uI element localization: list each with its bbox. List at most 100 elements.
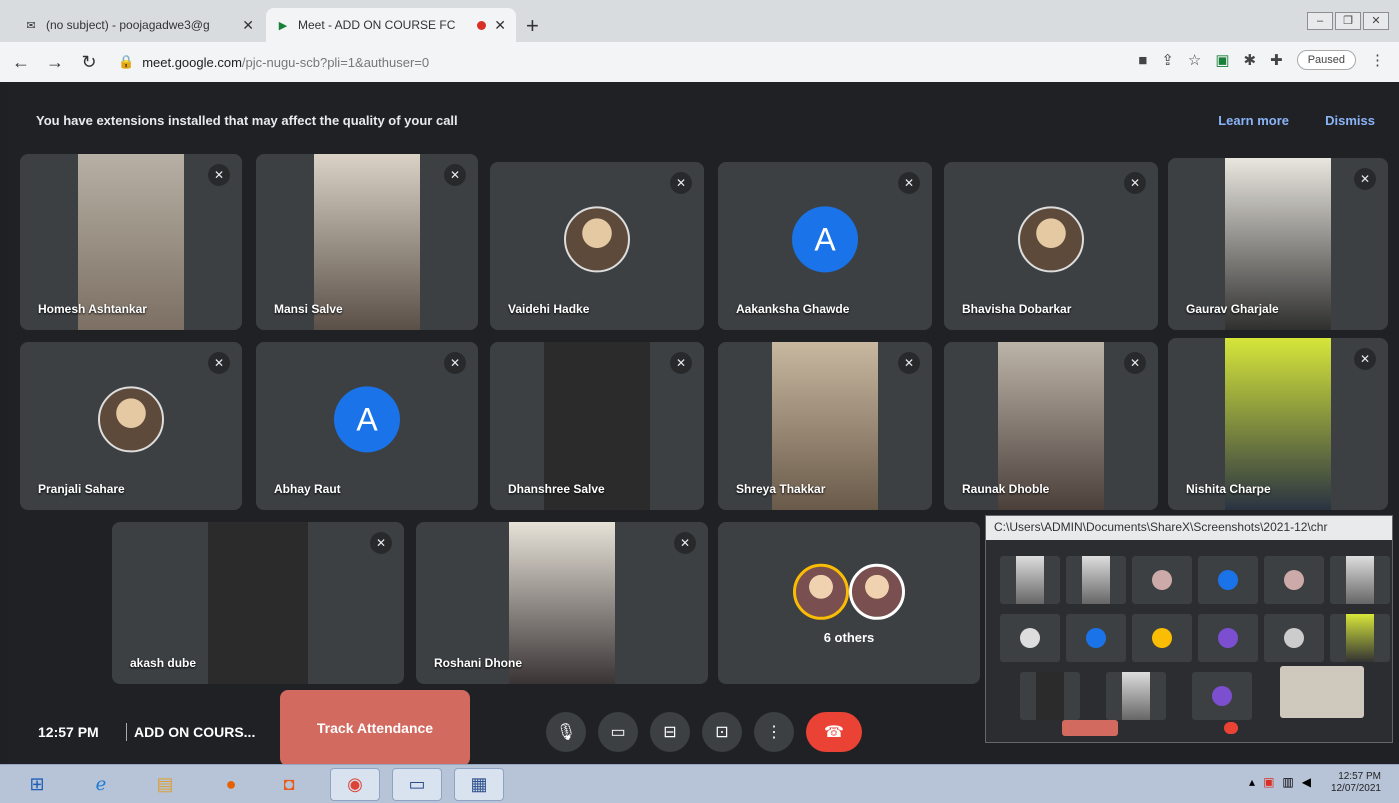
captions-icon: ⊟ [663, 724, 677, 741]
volume-icon[interactable]: ◀ [1302, 775, 1311, 789]
back-button[interactable]: ← [8, 52, 34, 73]
taskbar-app3[interactable]: ▦ [454, 768, 504, 801]
windows-taskbar: ⊞ ℯ ▤ ● ◘ ◉ ▭ ▦ ▴ ▣ ▥ ◀ 12:57 PM 12/07/2… [0, 764, 1399, 803]
participant-name: Mansi Salve [274, 302, 343, 316]
present-button[interactable]: ⊡ [702, 712, 742, 752]
taskbar-chrome[interactable]: ◉ [330, 768, 380, 801]
forward-button[interactable]: → [42, 52, 68, 73]
participant-tile[interactable]: ✕ Dhanshree Salve [490, 342, 704, 510]
participant-name: Homesh Ashtankar [38, 302, 147, 316]
reload-button[interactable]: ↻ [76, 52, 102, 73]
more-options-icon: ⋮ [766, 724, 782, 741]
others-label: 6 others [823, 630, 875, 645]
track-attendance-button[interactable]: Track Attendance [280, 690, 470, 766]
extension-green-icon[interactable]: ▣ [1215, 51, 1229, 69]
tab-meet[interactable]: ▶ Meet - ADD ON COURSE FC ✕ [266, 8, 516, 42]
end-call-button[interactable]: ☎ [806, 712, 862, 752]
tray-app-icon[interactable]: ▣ [1263, 775, 1274, 789]
participant-name: Dhanshree Salve [508, 482, 605, 496]
present-icon: ⊡ [715, 724, 729, 741]
participant-tile[interactable]: A ✕ Aakanksha Ghawde [718, 162, 932, 330]
bookmark-star-icon[interactable]: ☆ [1188, 51, 1201, 69]
participant-video [208, 522, 308, 684]
participant-tile[interactable]: ✕ Bhavisha Dobarkar [944, 162, 1158, 330]
more-options-button[interactable]: ⋮ [754, 712, 794, 752]
participant-tile[interactable]: ✕ Gaurav Gharjale [1168, 158, 1388, 330]
mic-off-icon: ✕ [444, 352, 466, 374]
puzzle-icon[interactable]: ✚ [1270, 51, 1283, 69]
extension-icon[interactable]: ✱ [1244, 51, 1257, 69]
network-icon[interactable]: ▥ [1282, 775, 1293, 789]
extensions-warning-banner: You have extensions installed that may a… [8, 100, 1399, 140]
participant-avatar: A [334, 386, 400, 453]
close-tab-icon[interactable]: ✕ [494, 17, 506, 34]
mic-off-icon: ✕ [674, 532, 696, 554]
participant-tile[interactable]: ✕ Nishita Charpe [1168, 338, 1388, 510]
participant-tile[interactable]: ✕ Homesh Ashtankar [20, 154, 242, 330]
internet-explorer-icon: ℯ [95, 774, 107, 794]
participant-name: akash dube [130, 656, 197, 670]
participant-tile[interactable]: ✕ Roshani Dhone [416, 522, 708, 684]
tab-title: Meet - ADD ON COURSE FC [298, 18, 456, 32]
participant-tile[interactable]: ✕ akash dube [112, 522, 404, 684]
participant-tile[interactable]: ✕ Pranjali Sahare [20, 342, 242, 510]
new-tab-button[interactable]: + [526, 13, 539, 39]
participant-photo [1018, 206, 1084, 273]
mini-tile [1198, 614, 1258, 662]
mini-video [1016, 556, 1044, 604]
browser-tabstrip: ✉ (no subject) - poojagadwe3@g ✕ ▶ Meet … [0, 0, 1399, 42]
taskbar-ie[interactable]: ℯ [76, 768, 126, 801]
participant-tile[interactable]: ✕ Mansi Salve [256, 154, 478, 330]
tab-gmail[interactable]: ✉ (no subject) - poojagadwe3@g ✕ [14, 8, 264, 42]
start-button[interactable]: ⊞ [12, 768, 62, 801]
close-window-button[interactable]: ✕ [1363, 12, 1389, 30]
captions-button[interactable]: ⊟ [650, 712, 690, 752]
meeting-title[interactable]: ADD ON COURS... [134, 724, 255, 740]
participant-tile[interactable]: A ✕ Abhay Raut [256, 342, 478, 510]
participant-name: Nishita Charpe [1186, 482, 1271, 496]
dismiss-button[interactable]: Dismiss [1325, 113, 1375, 128]
mini-video [1346, 556, 1374, 604]
mini-photo [1284, 570, 1304, 590]
taskbar-date: 12/07/2021 [1330, 783, 1381, 794]
taskbar-firefox[interactable]: ● [206, 768, 256, 801]
mic-off-icon: ✕ [444, 164, 466, 186]
camera-icon[interactable]: ■ [1138, 52, 1147, 69]
address-bar[interactable]: 🔒 meet.google.com/pjc-nugu-scb?pli=1&aut… [118, 48, 638, 76]
banner-message: You have extensions installed that may a… [36, 112, 458, 128]
profile-paused-button[interactable]: Paused [1296, 50, 1356, 70]
mini-photo [1152, 570, 1172, 590]
mini-video [1082, 556, 1110, 604]
meet-call-area: You have extensions installed that may a… [8, 82, 1399, 766]
microphone-icon: 🎙 [555, 724, 577, 741]
tray-expand-icon[interactable]: ▴ [1249, 775, 1255, 789]
taskbar-app2[interactable]: ▭ [392, 768, 442, 801]
system-tray-icons: ▴ ▣ ▥ ◀ [1249, 775, 1311, 789]
lock-icon: 🔒 [118, 54, 135, 69]
taskbar-explorer[interactable]: ▤ [140, 768, 190, 801]
close-tab-icon[interactable]: ✕ [242, 17, 254, 34]
mic-off-icon: ✕ [1354, 168, 1376, 190]
menu-kebab-icon[interactable]: ⋮ [1370, 51, 1385, 69]
participant-tile[interactable]: ✕ Vaidehi Hadke [490, 162, 704, 330]
mic-off-icon: ✕ [208, 352, 230, 374]
maximize-button[interactable]: ❐ [1335, 12, 1361, 30]
mini-video [1346, 614, 1374, 662]
mini-avatar [1218, 570, 1238, 590]
others-tile[interactable]: 6 others [718, 522, 980, 684]
taskbar-app[interactable]: ◘ [264, 768, 314, 801]
taskbar-time: 12:57 PM [1338, 771, 1381, 782]
camera-button[interactable]: ▭ [598, 712, 638, 752]
microphone-button[interactable]: 🎙 [546, 712, 586, 752]
taskbar-clock[interactable]: 12:57 PM 12/07/2021 [1331, 771, 1381, 795]
share-icon[interactable]: ⇪ [1161, 51, 1174, 69]
browser-toolbar: ← → ↻ 🔒 meet.google.com/pjc-nugu-scb?pli… [0, 42, 1399, 82]
minimize-button[interactable]: – [1307, 12, 1333, 30]
learn-more-link[interactable]: Learn more [1218, 113, 1289, 128]
recording-indicator-icon [477, 20, 487, 30]
mic-off-icon: ✕ [1124, 352, 1146, 374]
mini-avatar [1218, 628, 1238, 648]
participant-tile[interactable]: ✕ Shreya Thakkar [718, 342, 932, 510]
mini-tile [1264, 556, 1324, 604]
participant-tile[interactable]: ✕ Raunak Dhoble [944, 342, 1158, 510]
